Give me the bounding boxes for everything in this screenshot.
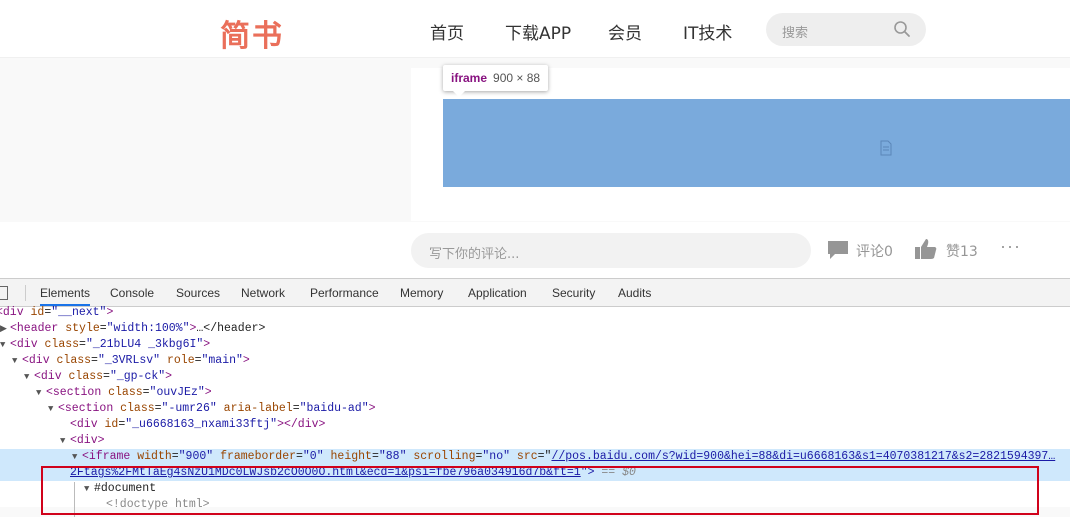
search-input[interactable]: 搜索 (782, 22, 808, 41)
comment-icon[interactable] (827, 240, 849, 260)
search-box[interactable]: 搜索 (766, 13, 926, 46)
thumbs-up-icon[interactable] (914, 238, 938, 260)
element-tooltip: iframe 900 × 88 (443, 65, 549, 97)
nav-home[interactable]: 首页 (430, 19, 464, 44)
annotation-highlight-box (41, 466, 1039, 515)
inspect-element-icon[interactable] (0, 286, 8, 300)
nav-membership[interactable]: 会员 (608, 19, 642, 44)
dom-node[interactable]: ▼ <div> (60, 433, 105, 449)
devtools-tabbar: Elements Console Sources Network Perform… (0, 279, 1070, 307)
comment-count[interactable]: 评论0 (856, 241, 893, 261)
collapse-arrow-icon[interactable]: ▼ (12, 353, 22, 369)
more-options-button[interactable]: ··· (1000, 236, 1021, 257)
ad-iframe-highlight[interactable] (443, 99, 1070, 187)
tab-network[interactable]: Network (241, 279, 285, 306)
nav-download-app[interactable]: 下载APP (505, 19, 571, 44)
document-icon (880, 140, 892, 156)
dom-node[interactable]: ▼ <div class="_21bLU4 _3kbg6I"> (0, 337, 210, 353)
collapse-arrow-icon[interactable]: ▼ (24, 369, 34, 385)
dom-node[interactable]: ▼ <div class="_3VRLsv" role="main"> (12, 353, 250, 369)
dom-node[interactable]: <div id="__next"> (0, 305, 113, 321)
tab-security[interactable]: Security (552, 279, 595, 306)
dom-tree: <div id="__next"> ▶<header style="width:… (0, 305, 1070, 517)
search-icon[interactable] (893, 20, 911, 38)
dom-node[interactable]: ▼ <section class="ouvJEz"> (36, 385, 212, 401)
collapse-arrow-icon[interactable]: ▼ (72, 449, 82, 465)
like-count[interactable]: 赞13 (946, 241, 978, 261)
tooltip-dimensions: 900 × 88 (493, 71, 541, 85)
tab-sources[interactable]: Sources (176, 279, 220, 306)
expand-arrow-icon[interactable]: ▶ (0, 321, 10, 337)
comment-input[interactable]: 写下你的评论... (411, 233, 811, 268)
comment-placeholder: 写下你的评论... (429, 247, 520, 262)
site-logo[interactable]: 简书 (220, 11, 284, 55)
comment-bar: 写下你的评论... 评论0 赞13 ··· (0, 222, 1070, 278)
collapse-arrow-icon[interactable]: ▼ (48, 401, 58, 417)
tab-elements[interactable]: Elements (40, 279, 91, 306)
tab-memory[interactable]: Memory (400, 279, 443, 306)
dom-node[interactable]: ▶ <header style="width:100%">…</header> (0, 321, 265, 337)
collapse-arrow-icon[interactable]: ▼ (0, 337, 10, 353)
tab-performance[interactable]: Performance (310, 279, 379, 306)
dom-node[interactable]: ▼ <div class="_gp-ck"> (24, 369, 172, 385)
dom-node-iframe-selected[interactable]: ▼ <iframe width="900" frameborder="0" hei… (72, 449, 1055, 465)
dom-node[interactable]: <div id="_u6668163_nxami33ftj"></div> (70, 417, 325, 433)
nav-it-tech[interactable]: IT技术 (683, 19, 732, 44)
tab-audits[interactable]: Audits (618, 279, 651, 306)
tab-separator (25, 285, 26, 301)
iframe-src-link[interactable]: //pos.baidu.com/s?wid=900&hei=88&di=u666… (551, 450, 1055, 463)
site-header: 简书 首页 下载APP 会员 IT技术 搜索 (0, 0, 1070, 58)
tab-application[interactable]: Application (468, 279, 527, 306)
tooltip-tag: iframe (451, 71, 488, 85)
devtools-panel: Elements Console Sources Network Perform… (0, 278, 1070, 517)
collapse-arrow-icon[interactable]: ▼ (60, 433, 70, 449)
dom-node[interactable]: ▼ <section class="-umr26" aria-label="bai… (48, 401, 376, 417)
tab-console[interactable]: Console (110, 279, 154, 306)
collapse-arrow-icon[interactable]: ▼ (36, 385, 46, 401)
